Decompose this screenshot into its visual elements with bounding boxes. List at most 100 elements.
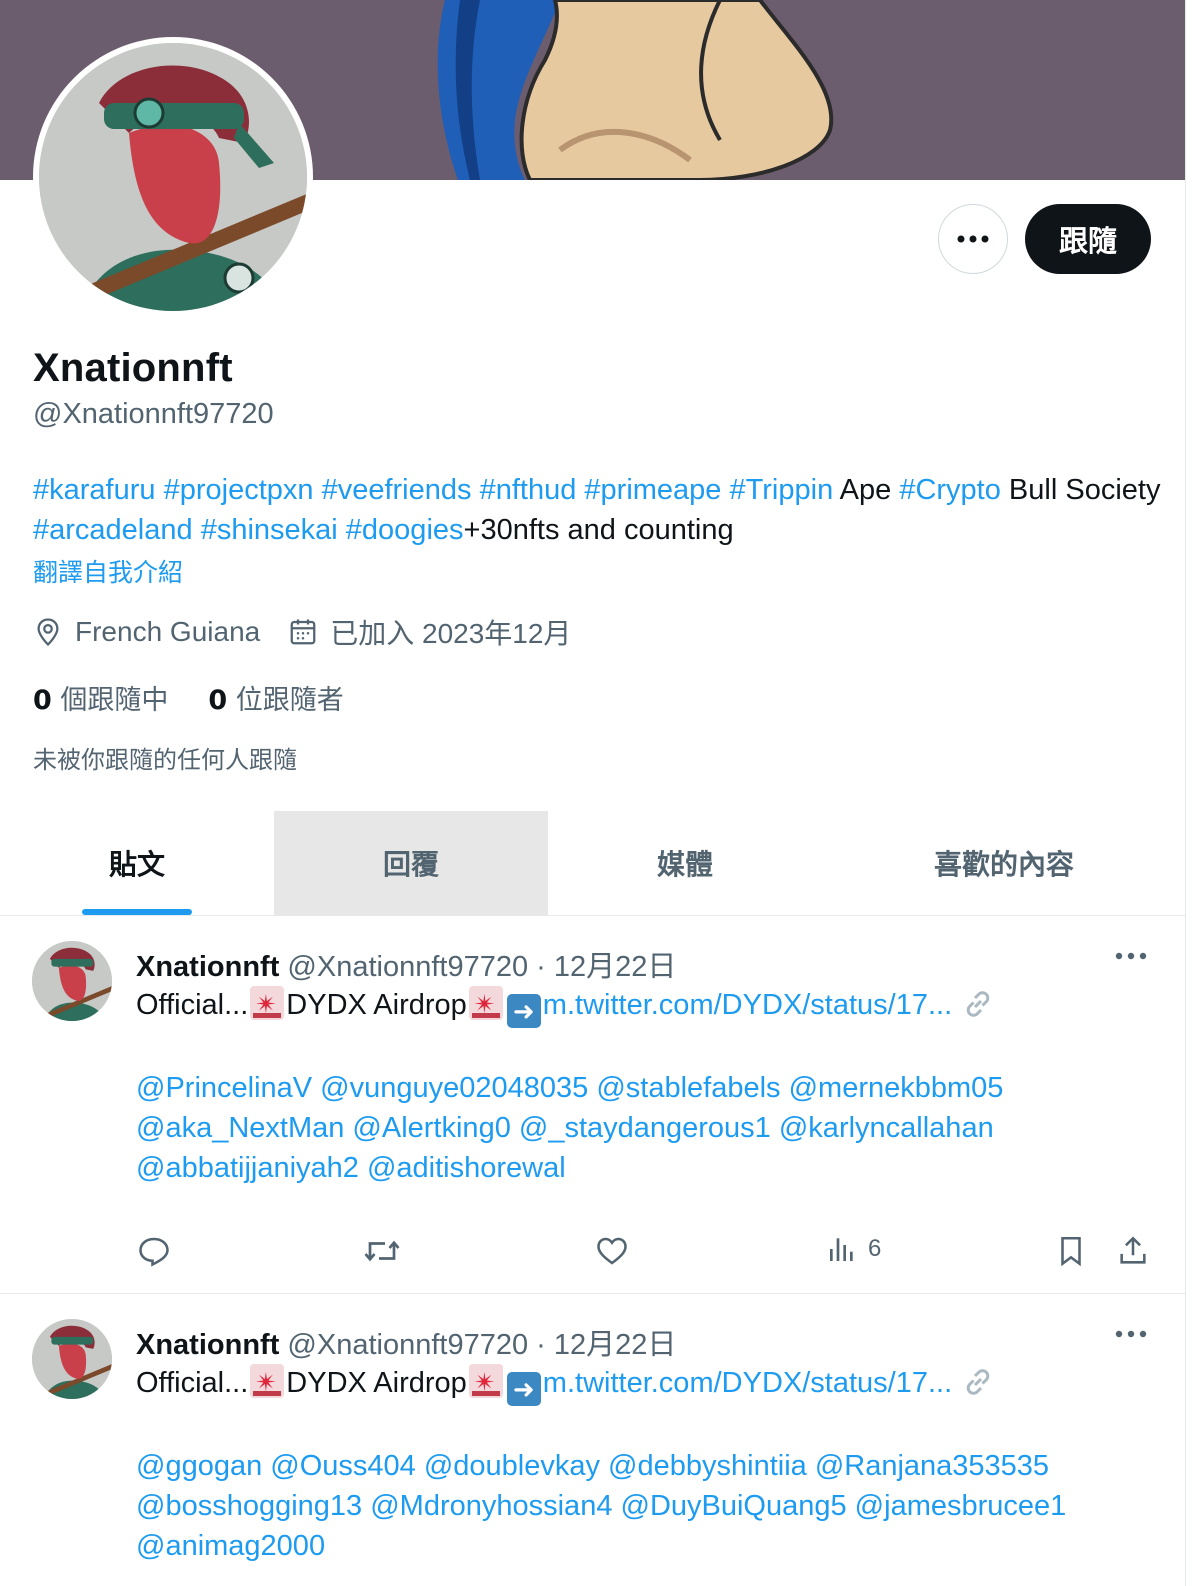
tab-media[interactable]: 媒體 [548, 811, 822, 915]
active-tab-indicator [82, 909, 192, 915]
calendar-icon [290, 619, 316, 645]
like-button[interactable] [594, 1233, 630, 1269]
tweet[interactable]: Xnationnft @Xnationnft97720 · 12月22日 Off… [0, 1295, 1185, 1586]
tweet-author-name[interactable]: Xnationnft [136, 1329, 279, 1361]
bio-hashtag[interactable]: #arcadeland [33, 514, 193, 546]
followers-label: 位跟隨者 [227, 685, 344, 716]
tweet-date[interactable]: · 12月22日 [528, 1329, 676, 1361]
followers-link[interactable]: 0 位跟隨者 [208, 678, 343, 717]
tab-likes[interactable]: 喜歡的內容 [822, 811, 1185, 915]
tab-label: 媒體 [656, 848, 713, 881]
views-button[interactable]: 6 [826, 1233, 881, 1265]
bio-text: Bull Society [1000, 474, 1161, 506]
bio-text [338, 514, 346, 546]
profile-avatar[interactable] [33, 37, 313, 317]
bio-hashtag[interactable]: #Trippin [730, 474, 834, 506]
siren-emoji-icon [468, 984, 503, 1024]
bio-text [193, 514, 201, 546]
bio-text [472, 474, 480, 506]
repost-button[interactable] [362, 1233, 402, 1269]
bio-hashtag[interactable]: #doogies [346, 514, 464, 546]
bookmark-icon [1061, 1236, 1081, 1267]
more-dots-icon [1115, 1330, 1147, 1338]
tab-posts[interactable]: 貼文 [0, 811, 274, 915]
profile-meta: French Guiana 已加入 2023年12月 [33, 612, 599, 652]
following-count: 0 [33, 685, 52, 716]
tweet-author-handle[interactable]: @Xnationnft97720 [287, 1329, 528, 1361]
follow-stats: 0 個跟隨中 0 位跟隨者 [33, 678, 384, 717]
reply-icon [139, 1237, 169, 1267]
tweet-avatar[interactable] [32, 1319, 112, 1399]
bio-hashtag[interactable]: #projectpxn [164, 474, 314, 506]
bio-hashtag[interactable]: #shinsekai [201, 514, 338, 546]
tweet[interactable]: Xnationnft @Xnationnft97720 · 12月22日 Off… [0, 917, 1185, 1294]
tweet-text-mid: DYDX Airdrop [286, 1367, 467, 1399]
follow-button[interactable]: 跟隨 [1025, 204, 1151, 274]
location-item: French Guiana [33, 616, 260, 648]
avatar-illustration [32, 941, 112, 1021]
link-icon [966, 991, 990, 1017]
following-link[interactable]: 0 個跟隨中 [33, 678, 168, 717]
tweet-avatar[interactable] [32, 941, 112, 1021]
tweet-author-handle[interactable]: @Xnationnft97720 [287, 951, 528, 983]
tweet-link[interactable]: m.twitter.com/DYDX/status/17... [543, 989, 952, 1021]
siren-emoji-icon [468, 1362, 503, 1402]
tweet-more-button[interactable] [1115, 947, 1147, 965]
avatar-illustration [39, 43, 307, 311]
avatar-illustration [32, 1319, 112, 1399]
tweet-text-mid: DYDX Airdrop [286, 989, 467, 1021]
right-arrow-emoji-icon: ➜ [506, 1372, 541, 1406]
tweet-text: Official... DYDX Airdrop ➜m.twitter.com/DY… [136, 1362, 1136, 1566]
location-text: French Guiana [75, 616, 261, 647]
bio-hashtag[interactable]: #nfthud [480, 474, 577, 506]
bio-hashtag[interactable]: #veefriends [322, 474, 472, 506]
views-count: 6 [868, 1235, 882, 1262]
tweet-text-prefix: Official... [136, 1367, 249, 1399]
profile-tabs: 貼文 回覆 媒體 喜歡的內容 [0, 811, 1185, 916]
tweet-mentions[interactable]: @PrincelinaV @vunguye02048035 @stablefab… [136, 1068, 1136, 1188]
repost-icon [364, 1240, 400, 1262]
reply-button[interactable] [136, 1233, 172, 1269]
profile-bio: #karafuru #projectpxn #veefriends #nfthu… [33, 470, 1163, 550]
tweet-more-button[interactable] [1115, 1325, 1147, 1343]
bio-text [156, 474, 164, 506]
share-icon [1120, 1236, 1146, 1264]
tweet-actions: 6 [136, 1233, 1156, 1273]
siren-emoji-icon [250, 1362, 285, 1402]
tweet-header: Xnationnft @Xnationnft97720 · 12月22日 [136, 1321, 676, 1363]
tweet-author-name[interactable]: Xnationnft [136, 951, 279, 983]
bio-text [721, 474, 729, 506]
tab-label: 回覆 [382, 848, 439, 881]
analytics-icon [830, 1238, 853, 1261]
tweet-text-prefix: Official... [136, 989, 249, 1021]
bio-hashtag[interactable]: #karafuru [33, 474, 156, 506]
joined-text: 已加入 2023年12月 [330, 618, 572, 649]
bookmark-button[interactable] [1054, 1233, 1088, 1269]
tab-label: 喜歡的內容 [933, 848, 1074, 881]
siren-emoji-icon [250, 984, 285, 1024]
display-name: Xnationnft [33, 346, 233, 390]
tweet-link[interactable]: m.twitter.com/DYDX/status/17... [543, 1367, 952, 1399]
bio-text [314, 474, 322, 506]
not-followed-note: 未被你跟隨的任何人跟隨 [33, 746, 297, 774]
more-options-button[interactable] [938, 204, 1008, 274]
tweet-header: Xnationnft @Xnationnft97720 · 12月22日 [136, 943, 676, 985]
bio-hashtag[interactable]: #Crypto [899, 474, 1001, 506]
tweet-text: Official... DYDX Airdrop ➜m.twitter.com/DY… [136, 984, 1136, 1188]
location-pin-icon [37, 618, 59, 647]
share-button[interactable] [1116, 1233, 1150, 1269]
tab-replies[interactable]: 回覆 [274, 811, 548, 915]
right-arrow-emoji-icon: ➜ [506, 994, 541, 1028]
translate-bio-link[interactable]: 翻譯自我介紹 [33, 553, 183, 589]
more-dots-icon [957, 235, 989, 243]
following-label: 個跟隨中 [51, 685, 169, 716]
heart-icon [597, 1237, 627, 1265]
bio-hashtag[interactable]: #primeape [584, 474, 721, 506]
joined-item: 已加入 2023年12月 [288, 612, 571, 652]
link-icon [966, 1369, 990, 1395]
followers-count: 0 [208, 685, 228, 716]
more-dots-icon [1115, 952, 1147, 960]
tweet-date[interactable]: · 12月22日 [528, 951, 676, 983]
profile-page: 跟隨 Xnationnft @Xnationnft97720 #karafuru… [0, 0, 1186, 1586]
tweet-mentions[interactable]: @ggogan @Ouss404 @doublevkay @debbyshint… [136, 1446, 1136, 1566]
